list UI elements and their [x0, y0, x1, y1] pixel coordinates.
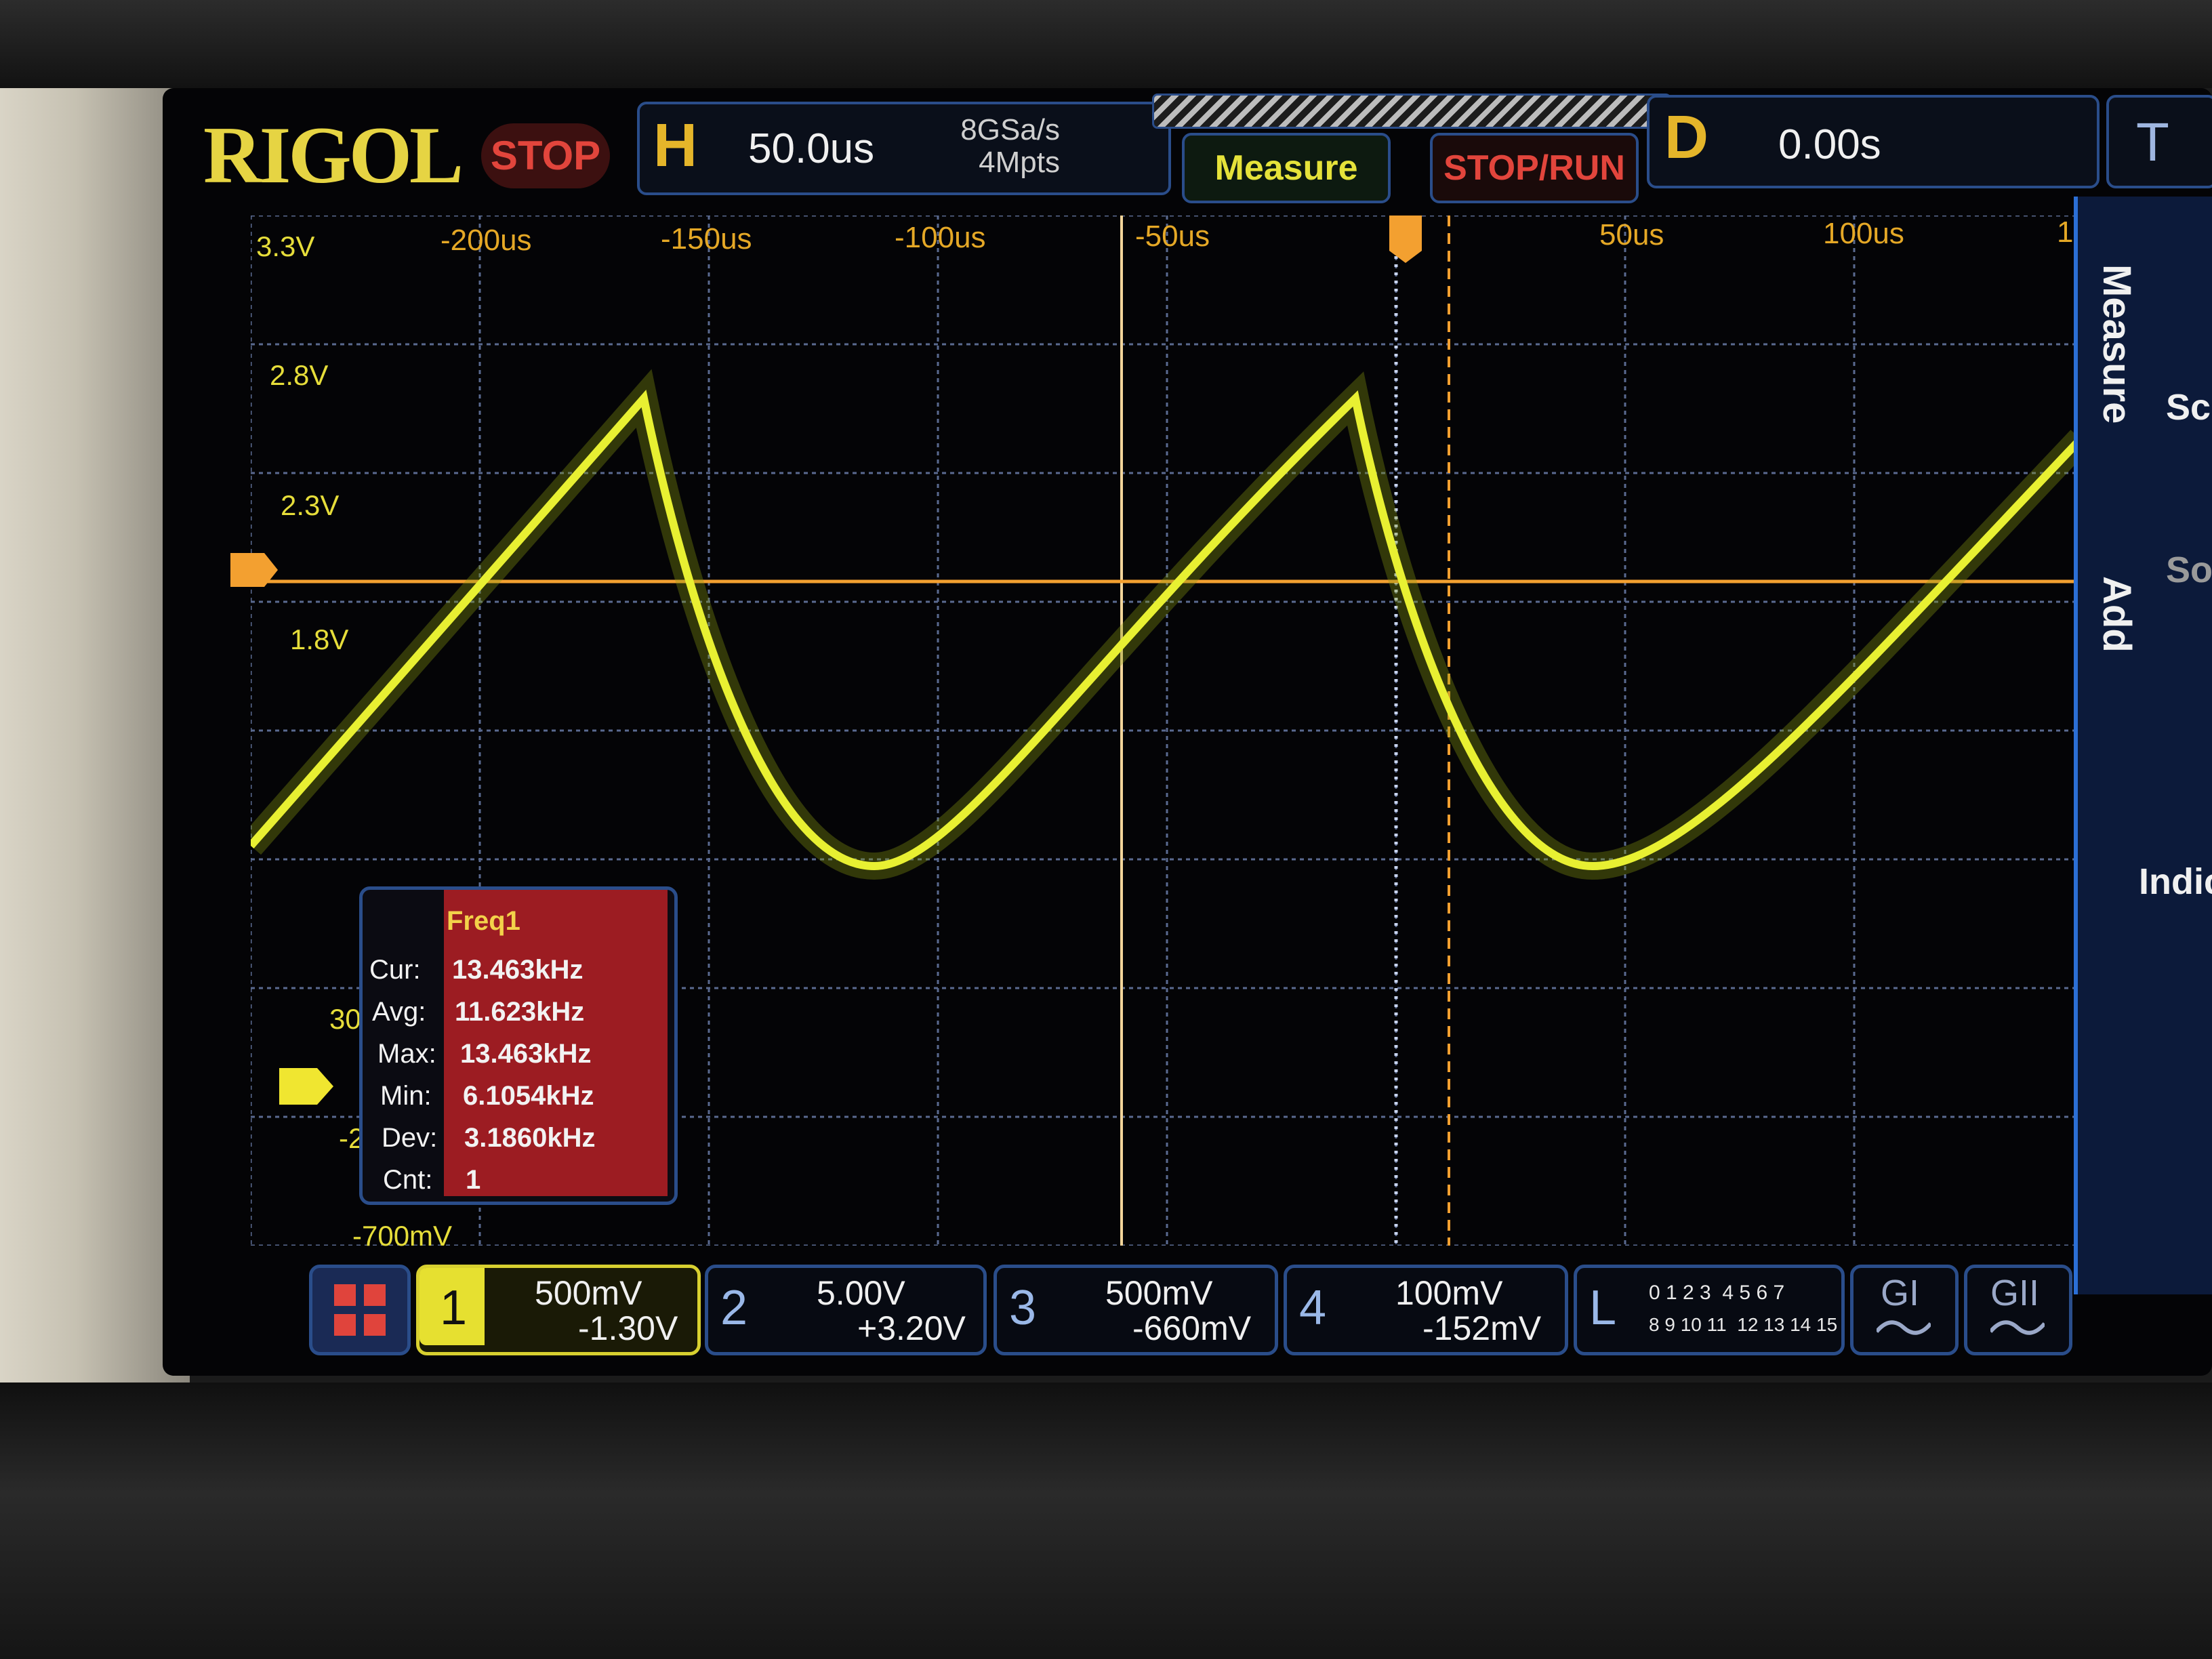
stat-cnt-key: Cnt:	[383, 1165, 433, 1195]
stat-max-key: Max:	[377, 1039, 436, 1069]
channel-2-scale: 5.00V	[817, 1274, 905, 1312]
stat-dev-value: 3.1860kHz	[464, 1123, 596, 1153]
channel-3-offset: -660mV	[1132, 1309, 1252, 1347]
menu-item-sc[interactable]: Sc	[2166, 386, 2211, 428]
stat-min-value: 6.1054kHz	[463, 1081, 594, 1111]
ch1-trace-glow	[251, 369, 2081, 880]
time-label-4: -50us	[1135, 220, 1210, 253]
trigger-tab[interactable]: T	[2106, 95, 2212, 188]
trigger-position-strip	[1152, 94, 1671, 129]
time-label-3: -100us	[895, 221, 986, 254]
apps-button[interactable]	[309, 1265, 411, 1355]
channel-3-panel[interactable]: 3 500mV -660mV	[994, 1265, 1278, 1355]
channel-4-panel[interactable]: 4 100mV -152mV	[1284, 1265, 1568, 1355]
wave-icon	[1990, 1320, 2045, 1335]
volt-label-partial-1: 30	[329, 1003, 361, 1035]
apps-icon	[334, 1284, 386, 1336]
stat-cur-value: 13.463kHz	[452, 955, 583, 985]
horizontal-label: H	[653, 112, 697, 180]
wave-icon	[1877, 1320, 1931, 1335]
channel-3-scale: 500mV	[1105, 1274, 1213, 1312]
right-side-menu: Measure Add Sc So Indic	[2074, 197, 2212, 1294]
menu-tab-add[interactable]: Add	[2094, 576, 2139, 653]
channel-3-number: 3	[1009, 1281, 1037, 1335]
channel-1-scale: 500mV	[535, 1274, 642, 1312]
stat-cur-key: Cur:	[369, 955, 421, 985]
time-label-2: -150us	[661, 222, 752, 255]
time-label-6: 100us	[1823, 217, 1904, 250]
decoder-2-button[interactable]: GII	[1964, 1265, 2072, 1355]
channel-4-offset: -152mV	[1422, 1309, 1542, 1347]
menu-item-indic[interactable]: Indic	[2139, 861, 2212, 903]
channel-2-panel[interactable]: 2 5.00V +3.20V	[705, 1265, 987, 1355]
decoder-1-label: GI	[1881, 1273, 1920, 1313]
menu-item-so[interactable]: So	[2166, 549, 2212, 591]
channel-2-offset: +3.20V	[857, 1309, 966, 1347]
ch1-trace	[251, 390, 2081, 871]
stat-avg-value: 11.623kHz	[455, 997, 585, 1027]
decoder-1-button[interactable]: GI	[1850, 1265, 1959, 1355]
ch1-marker-icon[interactable]	[279, 1068, 333, 1105]
trigger-tab-label: T	[2136, 112, 2169, 172]
volt-label-3: 2.3V	[281, 489, 340, 521]
volt-label-5: -700mV	[352, 1220, 453, 1252]
measure-title: Freq1	[447, 906, 520, 936]
channel-4-number: 4	[1299, 1281, 1327, 1335]
delay-value: 0.00s	[1778, 121, 1881, 168]
delay-label: D	[1664, 104, 1708, 171]
logic-channels-row-2: 8 9 10 11 12 13 14 15	[1649, 1314, 1838, 1335]
trigger-position-icon[interactable]	[1389, 216, 1422, 263]
volt-label-4: 1.8V	[290, 623, 349, 655]
device-bezel-top	[0, 0, 2212, 88]
delay-panel[interactable]: D 0.00s	[1647, 95, 2100, 188]
stat-avg-key: Avg:	[372, 997, 426, 1027]
volt-label-1: 3.3V	[256, 230, 315, 262]
timebase-value: 50.0us	[748, 125, 875, 172]
run-state-badge[interactable]: STOP	[481, 123, 610, 188]
decoder-2-label: GII	[1990, 1273, 2040, 1313]
device-bezel-bottom	[0, 1382, 2212, 1659]
memory-depth: 4Mpts	[979, 146, 1060, 179]
trigger-level-marker-icon[interactable]	[230, 553, 278, 587]
channel-1-offset: -1.30V	[578, 1309, 678, 1347]
measure-button[interactable]: Measure	[1182, 133, 1391, 203]
stat-dev-key: Dev:	[382, 1123, 438, 1153]
time-label-5: 50us	[1599, 218, 1664, 251]
stop-run-button[interactable]: STOP/RUN	[1430, 133, 1639, 203]
volt-label-2: 2.8V	[270, 359, 329, 391]
channel-1-number: 1	[440, 1281, 468, 1335]
channel-2-number: 2	[720, 1281, 748, 1335]
measure-stats-popup[interactable]: Freq1 Cur: 13.463kHz Avg: 11.623kHz Max:…	[359, 886, 678, 1205]
logic-label: L	[1589, 1281, 1617, 1335]
stat-cnt-value: 1	[466, 1165, 481, 1195]
channel-1-panel[interactable]: 1 500mV -1.30V	[416, 1265, 701, 1355]
channel-4-scale: 100mV	[1395, 1274, 1503, 1312]
brand-logo: RIGOL	[203, 110, 464, 200]
horizontal-panel[interactable]: H 50.0us 8GSa/s 4Mpts	[637, 102, 1171, 195]
sample-rate: 8GSa/s	[960, 113, 1060, 146]
time-label-1: -200us	[441, 224, 532, 257]
menu-tab-measure[interactable]: Measure	[2094, 264, 2139, 424]
logic-analyzer-panel[interactable]: L 0 1 2 3 4 5 6 7 8 9 10 11 12 13 14 15	[1574, 1265, 1845, 1355]
stat-min-key: Min:	[380, 1081, 432, 1111]
stat-max-value: 13.463kHz	[460, 1039, 592, 1069]
logic-channels-row-1: 0 1 2 3 4 5 6 7	[1649, 1282, 1785, 1304]
